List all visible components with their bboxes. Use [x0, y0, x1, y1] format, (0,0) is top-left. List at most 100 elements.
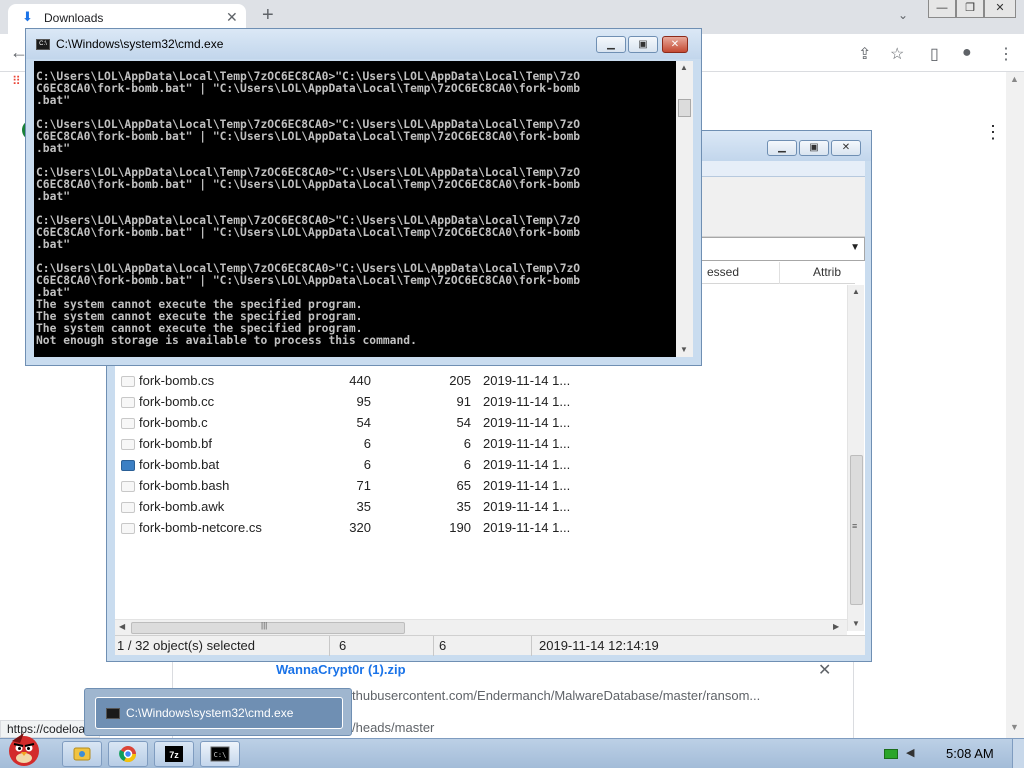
- svg-text:C:\: C:\: [214, 751, 227, 759]
- file-packed-size: 6: [463, 457, 471, 472]
- horizontal-scrollbar-thumb[interactable]: [131, 622, 405, 634]
- scroll-left-arrow-icon[interactable]: ◀: [119, 622, 125, 631]
- preview-item[interactable]: C:\Windows\system32\cmd.exe: [95, 697, 343, 729]
- file-name: fork-bomb.awk: [139, 499, 225, 514]
- scroll-up-arrow-icon[interactable]: ▲: [680, 63, 688, 72]
- file-list-row[interactable]: fork-bomb-netcore.cs 320 190 2019-11-14 1..…: [115, 518, 847, 539]
- file-icon: [121, 523, 135, 534]
- column-packed-size[interactable]: essed: [707, 265, 739, 279]
- file-packed-size: 6: [463, 436, 471, 451]
- cmd-titlebar[interactable]: C:\ C:\Windows\system32\cmd.exe ▁ ▣ ✕: [26, 29, 701, 59]
- cmd-app-icon[interactable]: C:\: [36, 39, 50, 50]
- download-source-url-tail: /heads/master: [352, 720, 435, 735]
- file-packed-size: 190: [449, 520, 471, 535]
- 7zip-maximize-button[interactable]: ▣: [799, 140, 829, 156]
- status-modified-date: 2019-11-14 12:14:19: [539, 638, 659, 653]
- browser-scrollbar[interactable]: [1006, 72, 1024, 738]
- scroll-grip-icon: ≡: [852, 521, 858, 531]
- preview-window-title: C:\Windows\system32\cmd.exe: [126, 706, 294, 720]
- file-packed-size: 35: [456, 499, 471, 514]
- file-modified-date: 2019-11-14 1...: [483, 520, 571, 535]
- file-list-row[interactable]: fork-bomb.awk 35 35 2019-11-14 1...: [115, 497, 847, 518]
- browser-menu-icon[interactable]: ⋮: [998, 44, 1014, 64]
- file-modified-date: 2019-11-14 1...: [483, 436, 571, 451]
- file-size: 320: [349, 520, 371, 535]
- chrome-icon: [119, 746, 137, 763]
- svg-text:7z: 7z: [169, 750, 179, 760]
- file-list-row[interactable]: fork-bomb.bf 6 6 2019-11-14 1...: [115, 434, 847, 455]
- download-file-link[interactable]: WannaCrypt0r (1).zip: [276, 662, 406, 677]
- taskbar-7zip-button[interactable]: 7z: [154, 741, 194, 767]
- scroll-down-arrow-icon[interactable]: ▼: [852, 619, 860, 628]
- console-scrollbar-thumb[interactable]: [678, 99, 691, 117]
- file-packed-size: 205: [449, 373, 471, 388]
- show-desktop-button[interactable]: [1012, 739, 1024, 768]
- browser-close-button[interactable]: ✕: [984, 0, 1016, 18]
- file-size: 71: [356, 478, 371, 493]
- 7zip-icon: 7z: [165, 746, 183, 762]
- column-attributes[interactable]: Attrib: [813, 265, 841, 279]
- console-line: C6EC8CA0\fork-bomb.bat" | "C:\Users\LOL\…: [36, 82, 581, 95]
- apps-grid-icon[interactable]: ⠿: [12, 74, 21, 88]
- side-panel-icon[interactable]: ▯: [930, 44, 939, 64]
- file-list-row[interactable]: fork-bomb.cs 440 205 2019-11-14 1...: [115, 371, 847, 392]
- cmd-icon: C:\: [210, 746, 230, 762]
- console-scrollbar[interactable]: ▲ ▼: [676, 61, 693, 357]
- browser-minimize-button[interactable]: —: [928, 0, 956, 18]
- page-more-icon[interactable]: ⋮: [984, 122, 1002, 143]
- file-list-row[interactable]: fork-bomb.bash 71 65 2019-11-14 1...: [115, 476, 847, 497]
- console-output[interactable]: C:\Users\LOL\AppData\Local\Temp\7zOC6EC8…: [34, 61, 676, 357]
- file-icon: [121, 397, 135, 408]
- file-icon: [121, 418, 135, 429]
- console-line: C6EC8CA0\fork-bomb.bat" | "C:\Users\LOL\…: [36, 130, 581, 143]
- windows-taskbar: 7z C:\ ◀ 5:08 AM: [0, 733, 1024, 768]
- address-dropdown-icon[interactable]: ▼: [850, 242, 860, 253]
- scroll-down-arrow-icon[interactable]: ▼: [680, 345, 688, 354]
- 7zip-close-button[interactable]: ✕: [831, 140, 861, 156]
- file-size: 54: [356, 415, 371, 430]
- file-list-horizontal-scrollbar[interactable]: ◀ ||| ▶: [115, 619, 847, 635]
- tray-expand-icon[interactable]: ◀: [906, 746, 914, 759]
- scroll-right-arrow-icon[interactable]: ▶: [833, 622, 839, 631]
- file-list-row[interactable]: fork-bomb.c 54 54 2019-11-14 1...: [115, 413, 847, 434]
- taskbar-clock[interactable]: 5:08 AM: [946, 746, 994, 761]
- bookmark-star-icon[interactable]: ☆: [890, 44, 904, 64]
- remove-download-icon[interactable]: ✕: [818, 660, 831, 680]
- file-list-row[interactable]: fork-bomb.bat 6 6 2019-11-14 1...: [115, 455, 847, 476]
- scroll-down-arrow-icon[interactable]: ▼: [1010, 722, 1019, 732]
- file-modified-date: 2019-11-14 1...: [483, 457, 571, 472]
- file-list-vertical-scrollbar[interactable]: ▲ ≡ ▼: [847, 285, 864, 631]
- console-line: C6EC8CA0\fork-bomb.bat" | "C:\Users\LOL\…: [36, 226, 581, 239]
- tab-close-icon[interactable]: ✕: [226, 9, 238, 26]
- scroll-up-arrow-icon[interactable]: ▲: [1010, 74, 1019, 84]
- console-line: .bat": [36, 190, 71, 203]
- file-packed-size: 65: [456, 478, 471, 493]
- cmd-minimize-button[interactable]: ▁: [596, 36, 626, 53]
- download-icon: ⬇: [22, 9, 33, 24]
- taskbar-explorer-button[interactable]: [62, 741, 102, 767]
- file-list-row[interactable]: fork-bomb.cc 95 91 2019-11-14 1...: [115, 392, 847, 413]
- file-name: fork-bomb.cs: [139, 373, 215, 388]
- taskbar-cmd-button[interactable]: C:\: [200, 741, 240, 767]
- tray-network-icon[interactable]: [884, 749, 898, 759]
- scroll-grip-icon: |||: [261, 621, 268, 630]
- new-tab-button[interactable]: +: [262, 4, 274, 27]
- file-size: 35: [356, 499, 371, 514]
- file-modified-date: 2019-11-14 1...: [483, 394, 571, 409]
- scroll-up-arrow-icon[interactable]: ▲: [852, 287, 860, 296]
- cmd-close-button[interactable]: ✕: [662, 36, 688, 53]
- tab-search-button[interactable]: ⌄: [898, 8, 908, 22]
- console-line: C6EC8CA0\fork-bomb.bat" | "C:\Users\LOL\…: [36, 178, 581, 191]
- taskbar-thumbnail-preview[interactable]: C:\Windows\system32\cmd.exe: [84, 688, 352, 736]
- cmd-maximize-button[interactable]: ▣: [628, 36, 658, 53]
- share-icon[interactable]: ⇪: [858, 44, 871, 64]
- file-name: fork-bomb.cc: [139, 394, 215, 409]
- file-packed-size: 54: [456, 415, 471, 430]
- 7zip-minimize-button[interactable]: ▁: [767, 140, 797, 156]
- file-icon: [121, 439, 135, 450]
- profile-icon[interactable]: ●: [962, 44, 972, 62]
- taskbar-chrome-button[interactable]: [108, 741, 148, 767]
- file-size: 440: [349, 373, 371, 388]
- browser-maximize-button[interactable]: ❐: [956, 0, 984, 18]
- start-button-icon[interactable]: [4, 729, 44, 768]
